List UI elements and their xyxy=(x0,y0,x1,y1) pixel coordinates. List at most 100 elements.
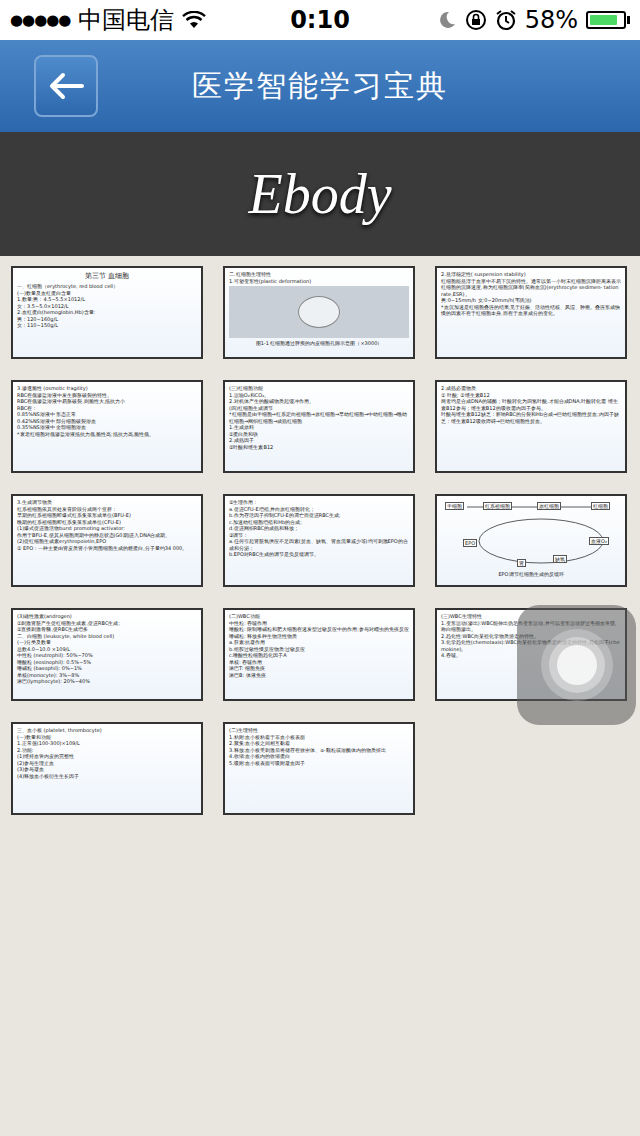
slide-line: 1.生成原料 xyxy=(229,424,409,431)
slide-line: (3)参与凝血 xyxy=(17,766,197,773)
slide-line: a.任何引起肾脏氧供应不足因素(贫血、缺氧、肾血流量减少等)均可刺激EPO的合成… xyxy=(229,538,409,551)
slide-line: 1.数量:男：4.5~5.5×1012/L xyxy=(17,296,197,303)
slide-line: *血沉加速是红细胞叠连的结果,见于妊娠、活动性结核、风湿、肿瘤。叠连形成快慢的因… xyxy=(441,304,621,317)
slide-line: 5.吸附:血小板表面可吸附凝血因子 xyxy=(229,760,409,767)
nav-bar: 医学智能学习宝典 xyxy=(0,40,640,132)
slide-line: 2.成熟必需物质 xyxy=(441,385,621,392)
slide-line: 3.渗透脆性 (osmotic fragility) xyxy=(17,385,197,392)
slide-line: 作用于BFU-E,使其从细胞周期中的静息状态(G0期)进入DNA合成期。 xyxy=(17,532,197,539)
back-button[interactable] xyxy=(34,55,98,117)
slide-thumbnail[interactable]: 二.红细胞生理特性1.可塑变形性(plastic deformation) 图1-… xyxy=(223,266,415,359)
slide-line: (二)WBC功能 xyxy=(229,613,409,620)
battery-icon xyxy=(586,11,626,29)
slide-line: ① 叶酸; ②维生素B12 xyxy=(441,392,621,399)
slide-thumbnail[interactable]: (二)WBC功能中性粒: 吞噬作用嗜酸粒: 限制嗜碱粒和肥大细胞在速发型过敏反应… xyxy=(223,608,415,701)
battery-percent: 58% xyxy=(525,6,578,34)
wifi-icon xyxy=(182,11,206,29)
slide-line: 0.85%NS溶液中 形态正常 xyxy=(17,411,197,418)
slide-line: ①刺激肾脏产生促红细胞生成素,促进RBC生成; xyxy=(17,620,197,627)
slide-line: 嗜酸粒: 限制嗜碱粒和肥大细胞在速发型过敏反应中的作用;参与对蠕虫的免疫反应 xyxy=(229,626,409,633)
slide-line: RBC在低渗盐溶液中发生膨胀破裂的特性。 xyxy=(17,392,197,399)
slide-line: 2.对机体产生的酸碱物质起缓冲作用。 xyxy=(229,398,409,405)
slide-thumbnail[interactable]: 3.渗透脆性 (osmotic fragility)RBC在低渗盐溶液中发生膨胀… xyxy=(11,380,203,473)
slide-line: 二、白细胞 (leukocyte, white blood cell) xyxy=(17,633,197,640)
slide-thumbnail[interactable]: (3)雄性激素(androgen)①刺激肾脏产生促红细胞生成素,促进RBC生成;… xyxy=(11,608,203,701)
slide-line: 2.悬浮稳定性( suspension stability) xyxy=(441,271,621,278)
slide-thumbnail[interactable]: 3.生成调节物质红系祖细胞依其所处发育阶段分成两个亚群：早期的红系祖细胞即爆式红… xyxy=(11,494,203,587)
ebody-logo: Ebody xyxy=(236,158,403,230)
banner: Ebody xyxy=(0,132,640,256)
slide-line: c.加速幼红细胞增殖和Hb的合成; xyxy=(229,519,409,526)
slide-line: 男:0~15mm/h 女:0~20mm/h(韦氏法) xyxy=(441,297,621,304)
slide-line: 一、红细胞（erythrocyte, red blood cell） xyxy=(17,283,197,290)
back-arrow-icon xyxy=(48,71,84,101)
carrier: 中国电信 xyxy=(78,4,174,36)
slide-line: 1.可塑变形性(plastic deformation) xyxy=(229,278,409,285)
slide-line: (三)红细胞功能 xyxy=(229,385,409,392)
slide-line: 2.功能: xyxy=(17,747,197,754)
slide-line: ②叶酸和维生素B12 xyxy=(229,444,409,451)
slide-line: 2.成熟因子 xyxy=(229,437,409,444)
slide-line: 红细胞能悬浮于血浆中不易下沉的特性。通常以第一小时末红细胞沉降距离来表示红细胞的… xyxy=(441,278,621,298)
slide-line: a.促进CFU-E增殖,并向原红细胞转化； xyxy=(229,506,409,513)
slide-line: 3.释放:血小板受刺激后将储存在致密体、α-颗粒或溶酶体内的物质排出 xyxy=(229,747,409,754)
slide-line: 中性粒 (neutrophil): 50%~70% xyxy=(17,652,197,659)
slide-line: 4.收缩:血小板内的收缩蛋白 xyxy=(229,753,409,760)
slide-line: ①蛋白质和铁 xyxy=(229,431,409,438)
slide-line: (1)维持血管内皮的完整性 xyxy=(17,753,197,760)
slide-line: 嗜碱粒 (basophil): 0%~1% xyxy=(17,665,197,672)
slide-line: 2.聚集:血小板之间相互黏着 xyxy=(229,740,409,747)
slide-line: (3)雄性激素(androgen) xyxy=(17,613,197,620)
slide-thumbnail[interactable]: 2.成熟必需物质① 叶酸; ②维生素B12两者均是合成DNA的辅酶；叶酸转化为四… xyxy=(435,380,627,473)
slide-thumbnail[interactable]: 第三节 血细胞一、红细胞（erythrocyte, red blood cell… xyxy=(11,266,203,359)
slide-line: 1.运输O₂和CO₂。 xyxy=(229,392,409,399)
slide-line: ②生理作用： xyxy=(229,499,409,506)
slide-thumbnail[interactable]: 2.悬浮稳定性( suspension stability)红细胞能悬浮于血浆中… xyxy=(435,266,627,359)
status-bar: ●●●●●中国电信0:1058% xyxy=(0,0,640,40)
slide-line: *红细胞是由干细胞→红系定向祖细胞→原红细胞→早幼红细胞→中幼红细胞→晚幼红细胞… xyxy=(229,411,409,424)
slide-line: 女：3.5~5.0×1012/L xyxy=(17,303,197,310)
slide-caption: 图1-1 红细胞通过脾窦的内皮细胞孔隙示意图（×3000） xyxy=(229,340,409,347)
slide-line: b.组胺过敏性慢反应物质:过敏反应 xyxy=(229,646,409,653)
slide-line: 1.正常值(100-300)×109/L xyxy=(17,740,197,747)
slide-line: b.作为存活因子抑制CFU-E的凋亡而促进RBC生成; xyxy=(229,512,409,519)
slide-line: 1.粘附:血小板粘着于非血小板表面 xyxy=(229,734,409,741)
slide-line: 男：120~160g/L xyxy=(17,316,197,323)
slide-thumbnail[interactable]: 三、血小板 (platelet, thrombocyte)(一)数量和功能1.正… xyxy=(11,722,203,815)
moon-icon xyxy=(437,10,457,30)
slide-line: 单核(monocyte): 3%~8% xyxy=(17,672,197,679)
nav-title: 医学智能学习宝典 xyxy=(192,66,448,107)
slide-line: 二.红细胞生理特性 xyxy=(229,271,409,278)
slide-line: *衰老红细胞对低渗盐溶液抵抗力低,脆性高;抵抗力高,脆性低。 xyxy=(17,431,197,438)
slide-line: (一)数量及血红蛋白含量 xyxy=(17,290,197,297)
slide-line: (4)释放血小板衍生生长因子 xyxy=(17,773,197,780)
slide-line: 红系祖细胞依其所处发育阶段分成两个亚群： xyxy=(17,506,197,513)
slide-line: 两者均是合成DNA的辅酶；叶酸转化为四氢叶酸,才能合成DNA,叶酸转化需 维生素… xyxy=(441,398,621,411)
slide-line: c.嗜酸性粒细胞趋化因子A xyxy=(229,652,409,659)
slide-thumbnail[interactable]: (二)生理特性1.粘附:血小板粘着于非血小板表面2.聚集:血小板之间相互黏着3.… xyxy=(223,722,415,815)
diagram-node: 肾 xyxy=(517,559,526,567)
alarm-icon xyxy=(495,9,517,31)
slide-line: ① EPO：一种主要由肾皮质肾小管周围细胞生成的糖蛋白,分子量约34 000。 xyxy=(17,545,197,552)
slide-figure xyxy=(229,286,409,338)
diagram-node: 红细胞 xyxy=(591,502,610,510)
slide-line: ②直接刺激骨髓,使RBC生成增多 xyxy=(17,626,197,633)
slide-line: RBC在低渗盐溶液中易胀破裂,则脆性大,抵抗力小 xyxy=(17,398,197,405)
slide-line: 晚期的红系祖细胞即红系集落形成单位(CFU-E) xyxy=(17,519,197,526)
slide-grid: 第三节 血细胞一、红细胞（erythrocyte, red blood cell… xyxy=(0,256,640,855)
slide-thumbnail[interactable]: 干细胞红系祖细胞原红细胞红细胞血液O₂缺氧肾EPOEPO调节红细胞生成的反馈环 xyxy=(435,494,627,587)
slide-line: 中性粒: 吞噬作用 xyxy=(229,620,409,627)
slide-thumbnail[interactable]: (三)红细胞功能1.运输O₂和CO₂。2.对机体产生的酸碱物质起缓冲作用。(四)… xyxy=(223,380,415,473)
slide-thumbnail[interactable]: ②生理作用：a.促进CFU-E增殖,并向原红细胞转化；b.作为存活因子抑制CFU… xyxy=(223,494,415,587)
slide-line: (2)促红细胞生成素erythropoietin,EPO xyxy=(17,538,197,545)
slide-line: 0.42%NS溶液中 部分细胞破裂溶血 xyxy=(17,418,197,425)
slide-heading: 第三节 血细胞 xyxy=(17,271,197,281)
diagram-node: EPO xyxy=(463,539,477,547)
slide-line: 3.生成调节物质 xyxy=(17,499,197,506)
assistive-touch-button[interactable] xyxy=(517,605,636,725)
slide-line: 2.血红蛋白(hemoglobin,Hb)含量: xyxy=(17,309,197,316)
slide-line: 三、血小板 (platelet, thrombocyte) xyxy=(17,727,197,734)
slide-line: 女：110~150g/L xyxy=(17,322,197,329)
slide-line: 淋巴(lymphocyte): 20%~40% xyxy=(17,678,197,685)
slide-line: 叶酸与维生素B12缺乏：影响RBC的分裂和Hb合成→巨幼红细胞性贫血;内因子缺乏… xyxy=(441,411,621,424)
